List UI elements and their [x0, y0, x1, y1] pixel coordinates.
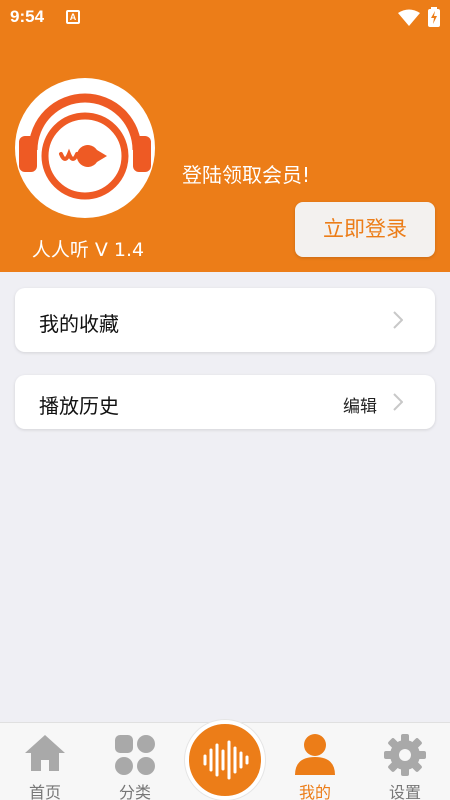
battery-charging-icon [428, 7, 440, 27]
history-label: 播放历史 [39, 394, 119, 418]
profile-header: 9:54 A 人人听 V 1.4 登陆领取会员! 立即登录 [0, 0, 450, 272]
nav-home[interactable]: 首页 [0, 723, 90, 800]
gear-icon [384, 734, 426, 776]
home-icon [25, 735, 65, 771]
nav-home-label: 首页 [28, 783, 61, 800]
status-time: 9:54 [10, 7, 45, 26]
app-logo [15, 78, 155, 218]
promo-text: 登陆领取会员! [182, 163, 311, 187]
audio-wave-icon [203, 740, 249, 780]
category-grid-icon [115, 735, 155, 775]
favorites-label: 我的收藏 [39, 312, 119, 336]
nav-settings[interactable]: 设置 [360, 723, 450, 800]
history-row[interactable]: 播放历史 编辑 [15, 375, 435, 429]
nav-settings-label: 设置 [388, 783, 421, 800]
wifi-icon [398, 9, 420, 26]
login-button[interactable]: 立即登录 [295, 202, 435, 257]
a-badge-icon: A [66, 10, 80, 24]
headphones-logo-icon [19, 93, 151, 200]
status-bar: 9:54 A [0, 0, 450, 34]
chevron-right-icon [393, 311, 403, 329]
chevron-right-icon [393, 393, 403, 411]
nav-mine[interactable]: 我的 [270, 723, 360, 800]
nav-category[interactable]: 分类 [90, 723, 180, 800]
history-edit-button[interactable]: 编辑 [343, 392, 377, 417]
app-version: 人人听 V 1.4 [31, 239, 145, 261]
person-icon [295, 734, 335, 775]
favorites-row[interactable]: 我的收藏 [15, 288, 435, 352]
nav-mine-label: 我的 [298, 783, 331, 800]
nav-player-button[interactable] [185, 720, 265, 800]
nav-category-label: 分类 [118, 783, 151, 800]
